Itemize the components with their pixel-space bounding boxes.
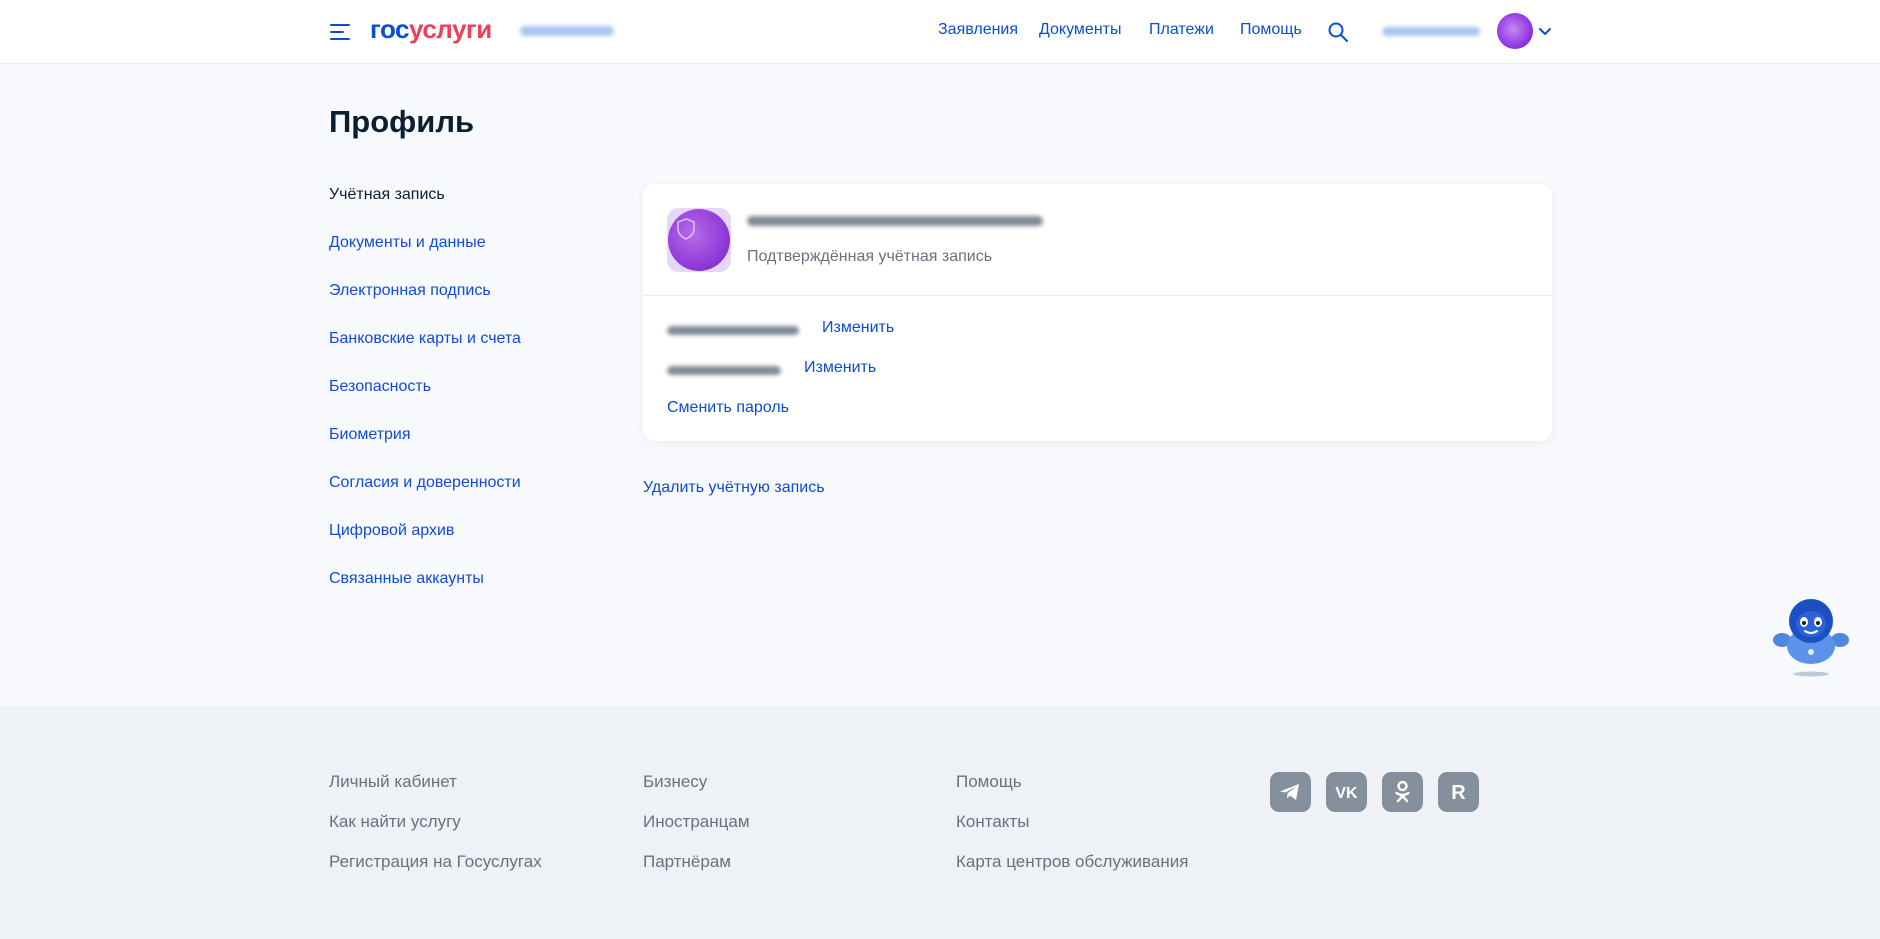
user-full-name [747, 216, 1043, 226]
sidebar-item-security[interactable]: Безопасность [329, 378, 431, 396]
footer-link-business[interactable]: Бизнесу [643, 772, 707, 792]
change-phone-link[interactable]: Изменить [822, 319, 894, 337]
footer-link-help[interactable]: Помощь [956, 772, 1022, 792]
robot-assistant-icon[interactable] [1770, 596, 1852, 678]
footer-link-cabinet[interactable]: Личный кабинет [329, 772, 457, 792]
footer-link-service-centers[interactable]: Карта центров обслуживания [956, 852, 1188, 872]
change-password-link[interactable]: Сменить пароль [667, 399, 789, 417]
odnoklassniki-icon[interactable] [1382, 772, 1423, 812]
hamburger-menu-icon[interactable] [330, 23, 350, 41]
vk-icon[interactable]: VK [1326, 772, 1367, 812]
footer-link-find-service[interactable]: Как найти услугу [329, 812, 461, 832]
sidebar-item-consents[interactable]: Согласия и доверенности [329, 474, 521, 492]
profile-avatar[interactable] [667, 208, 731, 272]
sidebar-item-bank-cards[interactable]: Банковские карты и счета [329, 330, 521, 348]
account-status: Подтверждённая учётная запись [747, 248, 993, 265]
change-email-link[interactable]: Изменить [804, 359, 876, 377]
logo-part-2: услуги [409, 14, 492, 44]
nav-documents[interactable]: Документы [1039, 21, 1121, 39]
gosuslugi-logo[interactable]: госуслуги [370, 14, 492, 45]
divider [643, 295, 1552, 296]
sidebar-item-archive[interactable]: Цифровой архив [329, 522, 454, 540]
sidebar-item-linked-accounts[interactable]: Связанные аккаунты [329, 570, 484, 588]
search-icon[interactable] [1328, 22, 1348, 42]
footer-link-registration[interactable]: Регистрация на Госуслугах [329, 852, 542, 872]
user-name[interactable] [1382, 27, 1480, 36]
sidebar-item-documents[interactable]: Документы и данные [329, 234, 486, 252]
footer-link-contacts[interactable]: Контакты [956, 812, 1029, 832]
svg-text:VK: VK [1335, 785, 1358, 802]
footer [0, 706, 1880, 939]
nav-payments[interactable]: Платежи [1149, 21, 1214, 39]
sidebar-item-signature[interactable]: Электронная подпись [329, 282, 491, 300]
chevron-down-icon[interactable] [1538, 24, 1552, 38]
footer-link-foreigners[interactable]: Иностранцам [643, 812, 750, 832]
page-title: Профиль [329, 104, 475, 139]
sidebar-item-biometrics[interactable]: Биометрия [329, 426, 411, 444]
rutube-icon[interactable]: R [1438, 772, 1479, 812]
account-card: Подтверждённая учётная запись Изменить И… [643, 184, 1552, 441]
delete-account-link[interactable]: Удалить учётную запись [643, 479, 825, 497]
svg-text:R: R [1451, 782, 1466, 804]
footer-link-partners[interactable]: Партнёрам [643, 852, 731, 872]
region-selector[interactable] [520, 26, 614, 36]
shield-icon [677, 218, 695, 240]
telegram-icon[interactable] [1270, 772, 1311, 812]
phone-number [667, 326, 799, 335]
nav-applications[interactable]: Заявления [938, 21, 1018, 39]
nav-help[interactable]: Помощь [1240, 21, 1302, 39]
avatar[interactable] [1497, 13, 1533, 49]
email-address [667, 366, 781, 375]
logo-part-1: гос [370, 14, 410, 44]
header: госуслуги Заявления Документы Платежи По… [0, 0, 1880, 64]
sidebar-item-account[interactable]: Учётная запись [329, 186, 445, 204]
